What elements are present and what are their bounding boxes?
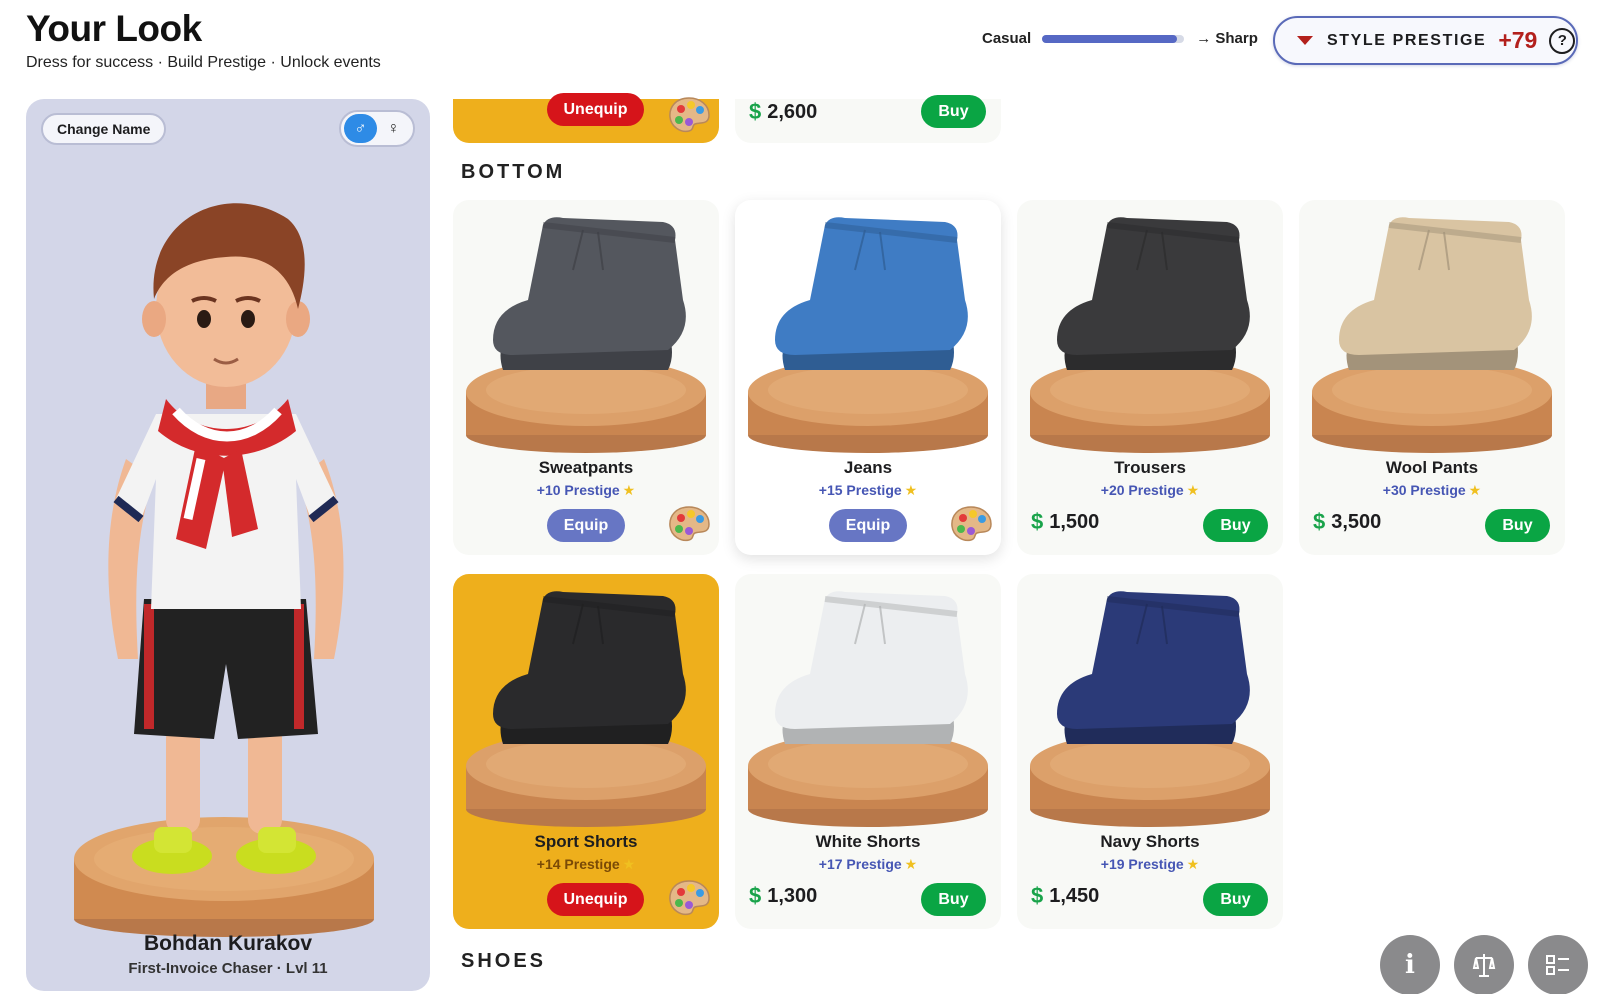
palette-icon[interactable] (667, 504, 711, 544)
unequip-button[interactable]: Unequip (547, 93, 644, 126)
list-icon (1546, 955, 1569, 975)
item-image (466, 591, 706, 827)
item-name: Sport Shorts (534, 832, 638, 851)
info-icon: i (1405, 950, 1415, 980)
section-shoes: SHOES (461, 950, 547, 972)
buy-button[interactable]: Buy (1203, 883, 1268, 916)
buy-button[interactable]: Buy (921, 95, 986, 128)
info-button[interactable]: i (1380, 935, 1440, 994)
item-image (466, 217, 706, 453)
buy-button[interactable]: Buy (921, 883, 986, 916)
caret-down-icon (1297, 36, 1313, 45)
help-icon[interactable]: ? (1549, 27, 1576, 54)
star-icon: ★ (904, 482, 918, 498)
item-card[interactable]: White Shorts +17 Prestige ★ $ 1,300 Buy (735, 574, 1001, 929)
star-icon: ★ (904, 856, 918, 872)
list-button[interactable] (1528, 935, 1588, 994)
page-subtitle: Dress for success · Build Prestige · Unl… (26, 54, 381, 71)
buy-button[interactable]: Buy (1203, 509, 1268, 542)
equip-button[interactable]: Equip (547, 509, 625, 542)
partial-shop-card: $ 2,600 Buy (735, 95, 1001, 143)
equip-button[interactable]: Equip (829, 509, 907, 542)
male-icon[interactable]: ♂ (344, 114, 377, 143)
star-icon: ★ (622, 856, 636, 872)
style-slider: Casual → Sharp (982, 30, 1258, 47)
item-image (748, 591, 988, 827)
item-card[interactable]: Sweatpants +10 Prestige ★ Equip (453, 200, 719, 555)
item-image (1030, 217, 1270, 453)
price: $ 1,300 (749, 883, 818, 908)
item-prestige: +15 Prestige ★ (818, 482, 918, 498)
item-prestige: +14 Prestige ★ (536, 856, 636, 872)
item-prestige: +10 Prestige ★ (536, 482, 636, 498)
star-icon: ★ (622, 482, 636, 498)
palette-icon[interactable] (667, 95, 711, 135)
dollar-icon: $ (1313, 509, 1326, 534)
style-slider-fill (1042, 34, 1178, 43)
item-prestige: +17 Prestige ★ (818, 856, 918, 872)
price: $ 1,450 (1031, 883, 1100, 908)
avatar-character (74, 203, 374, 937)
dollar-icon: $ (1031, 509, 1044, 534)
item-card[interactable]: Sport Shorts +14 Prestige ★ Unequip (453, 574, 719, 929)
female-icon[interactable]: ♀ (377, 114, 410, 143)
dollar-icon: $ (1031, 883, 1044, 908)
price: $ 2,600 (749, 99, 818, 124)
page-title: Your Look (26, 8, 202, 49)
item-name: Navy Shorts (1100, 832, 1200, 851)
star-icon: ★ (1186, 856, 1200, 872)
slider-left-label: Casual (982, 30, 1032, 47)
item-card[interactable]: Navy Shorts +19 Prestige ★ $ 1,450 Buy (1017, 574, 1283, 929)
style-prestige-button[interactable]: STYLE PRESTIGE +79 ? (1273, 16, 1578, 65)
avatar-panel: Change Name ♂ ♀ Bohdan Kurakov First-Inv… (26, 99, 430, 991)
header: Your Look Dress for success · Build Pres… (0, 0, 1600, 96)
compare-button[interactable] (1454, 935, 1514, 994)
star-icon: ★ (1468, 482, 1482, 498)
section-bottom: BOTTOM (461, 161, 566, 183)
item-card[interactable]: Wool Pants +30 Prestige ★ $ 3,500 Buy (1299, 200, 1565, 555)
scale-icon (1472, 954, 1496, 977)
price: $ 3,500 (1313, 509, 1382, 534)
palette-icon[interactable] (667, 878, 711, 918)
palette-icon[interactable] (949, 504, 993, 544)
gender-toggle: ♂ ♀ (339, 110, 415, 147)
item-image (1030, 591, 1270, 827)
style-slider-track (1042, 34, 1185, 43)
star-icon: ★ (1186, 482, 1200, 498)
change-name-button[interactable]: Change Name (41, 113, 167, 145)
item-card[interactable]: Jeans +15 Prestige ★ Equip (735, 200, 1001, 555)
prestige-label: STYLE PRESTIGE (1327, 31, 1487, 49)
item-prestige: +20 Prestige ★ (1100, 482, 1200, 498)
unequip-button[interactable]: Unequip (547, 883, 644, 916)
item-name: Trousers (1114, 458, 1186, 477)
player-title: First-Invoice Chaser · Lvl 11 (128, 960, 328, 977)
item-name: White Shorts (815, 832, 921, 851)
item-name: Sweatpants (538, 458, 634, 477)
slider-right-label: → Sharp (1196, 30, 1258, 47)
item-image (748, 217, 988, 453)
item-card[interactable]: Trousers +20 Prestige ★ $ 1,500 Buy (1017, 200, 1283, 555)
partial-equipped-card: Unequip (453, 93, 719, 143)
item-prestige: +19 Prestige ★ (1100, 856, 1200, 872)
prestige-value: +79 (1498, 27, 1538, 53)
player-name: Bohdan Kurakov (143, 932, 313, 955)
item-name: Jeans (843, 458, 893, 477)
dollar-icon: $ (749, 883, 762, 908)
dollar-icon: $ (749, 99, 762, 124)
price: $ 1,500 (1031, 509, 1100, 534)
item-name: Wool Pants (1385, 458, 1479, 477)
item-prestige: +30 Prestige ★ (1382, 482, 1482, 498)
item-image (1312, 217, 1552, 453)
buy-button[interactable]: Buy (1485, 509, 1550, 542)
